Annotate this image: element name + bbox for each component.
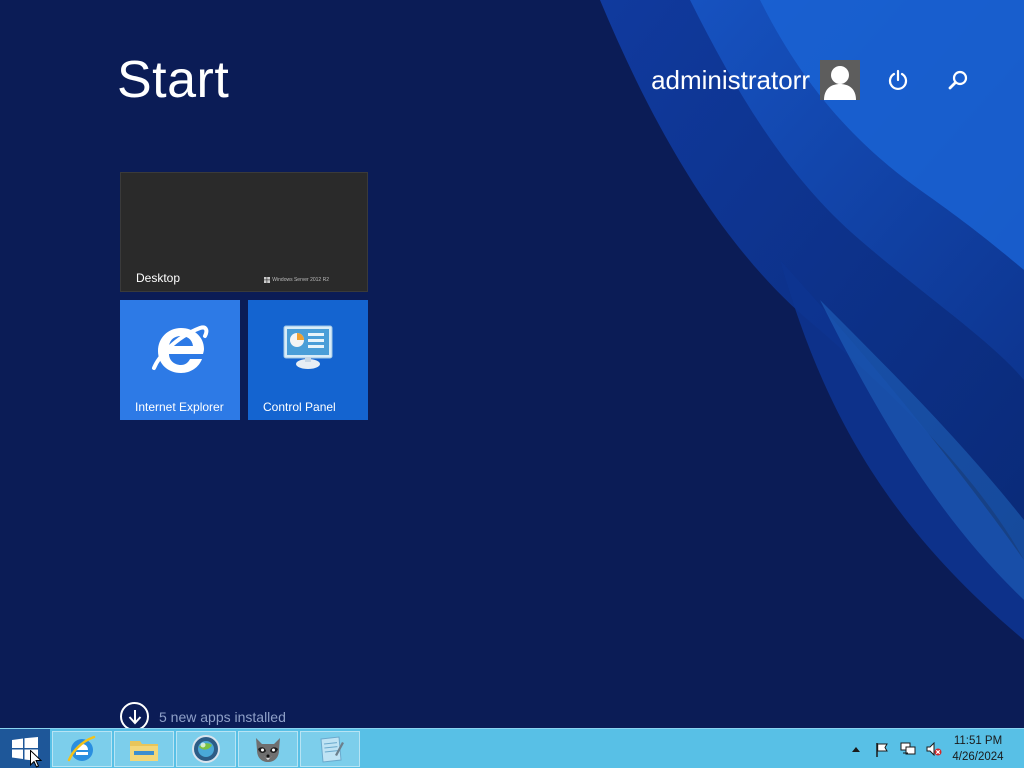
tile-internet-explorer[interactable]: Internet Explorer xyxy=(120,300,240,420)
taskbar-notepad[interactable] xyxy=(300,731,360,767)
new-apps-notification[interactable]: 5 new apps installed xyxy=(120,702,286,731)
search-icon[interactable] xyxy=(944,66,972,94)
taskbar-clock[interactable]: 11:51 PM 4/26/2024 xyxy=(950,733,1006,765)
raccoon-icon xyxy=(256,738,280,762)
tile-desktop[interactable]: Windows Server 2012 R2 Desktop xyxy=(120,172,368,292)
tile-desktop-label: Desktop xyxy=(136,271,181,285)
user-account[interactable]: administratorr xyxy=(651,60,860,100)
start-button[interactable] xyxy=(0,729,50,768)
taskbar-browser-globe[interactable] xyxy=(176,731,236,767)
control-panel-icon xyxy=(282,320,334,375)
taskbar-file-explorer[interactable] xyxy=(114,731,174,767)
folder-icon xyxy=(130,741,158,761)
taskbar: 11:51 PM 4/26/2024 xyxy=(0,728,1024,768)
show-hidden-icons-icon[interactable] xyxy=(848,741,864,757)
new-apps-text: 5 new apps installed xyxy=(159,708,286,725)
tile-control-panel[interactable]: Control Panel xyxy=(248,300,368,420)
user-avatar-icon xyxy=(820,60,860,100)
power-icon[interactable] xyxy=(884,66,912,94)
system-tray xyxy=(848,729,942,768)
internet-explorer-icon xyxy=(150,320,210,383)
volume-muted-icon[interactable] xyxy=(926,741,942,757)
start-title: Start xyxy=(117,51,230,109)
tile-control-panel-label: Control Panel xyxy=(263,400,336,414)
network-icon[interactable] xyxy=(900,741,916,757)
mouse-cursor-icon xyxy=(30,750,42,768)
os-watermark: Windows Server 2012 R2 xyxy=(264,277,329,283)
user-name: administratorr xyxy=(651,64,810,95)
windows-logo-icon xyxy=(264,277,271,283)
action-center-flag-icon[interactable] xyxy=(874,741,890,757)
arrow-down-circle-icon xyxy=(120,702,149,731)
clock-time: 11:51 PM xyxy=(953,735,1003,747)
notepad-icon xyxy=(320,736,344,763)
globe-icon xyxy=(192,735,220,763)
taskbar-raccoon-app[interactable] xyxy=(238,731,298,767)
tile-internet-explorer-label: Internet Explorer xyxy=(135,400,224,414)
taskbar-internet-explorer[interactable] xyxy=(52,731,112,767)
internet-explorer-icon xyxy=(67,735,96,762)
os-watermark-text: Windows Server 2012 R2 xyxy=(272,277,329,283)
clock-date: 4/26/2024 xyxy=(952,751,1004,763)
